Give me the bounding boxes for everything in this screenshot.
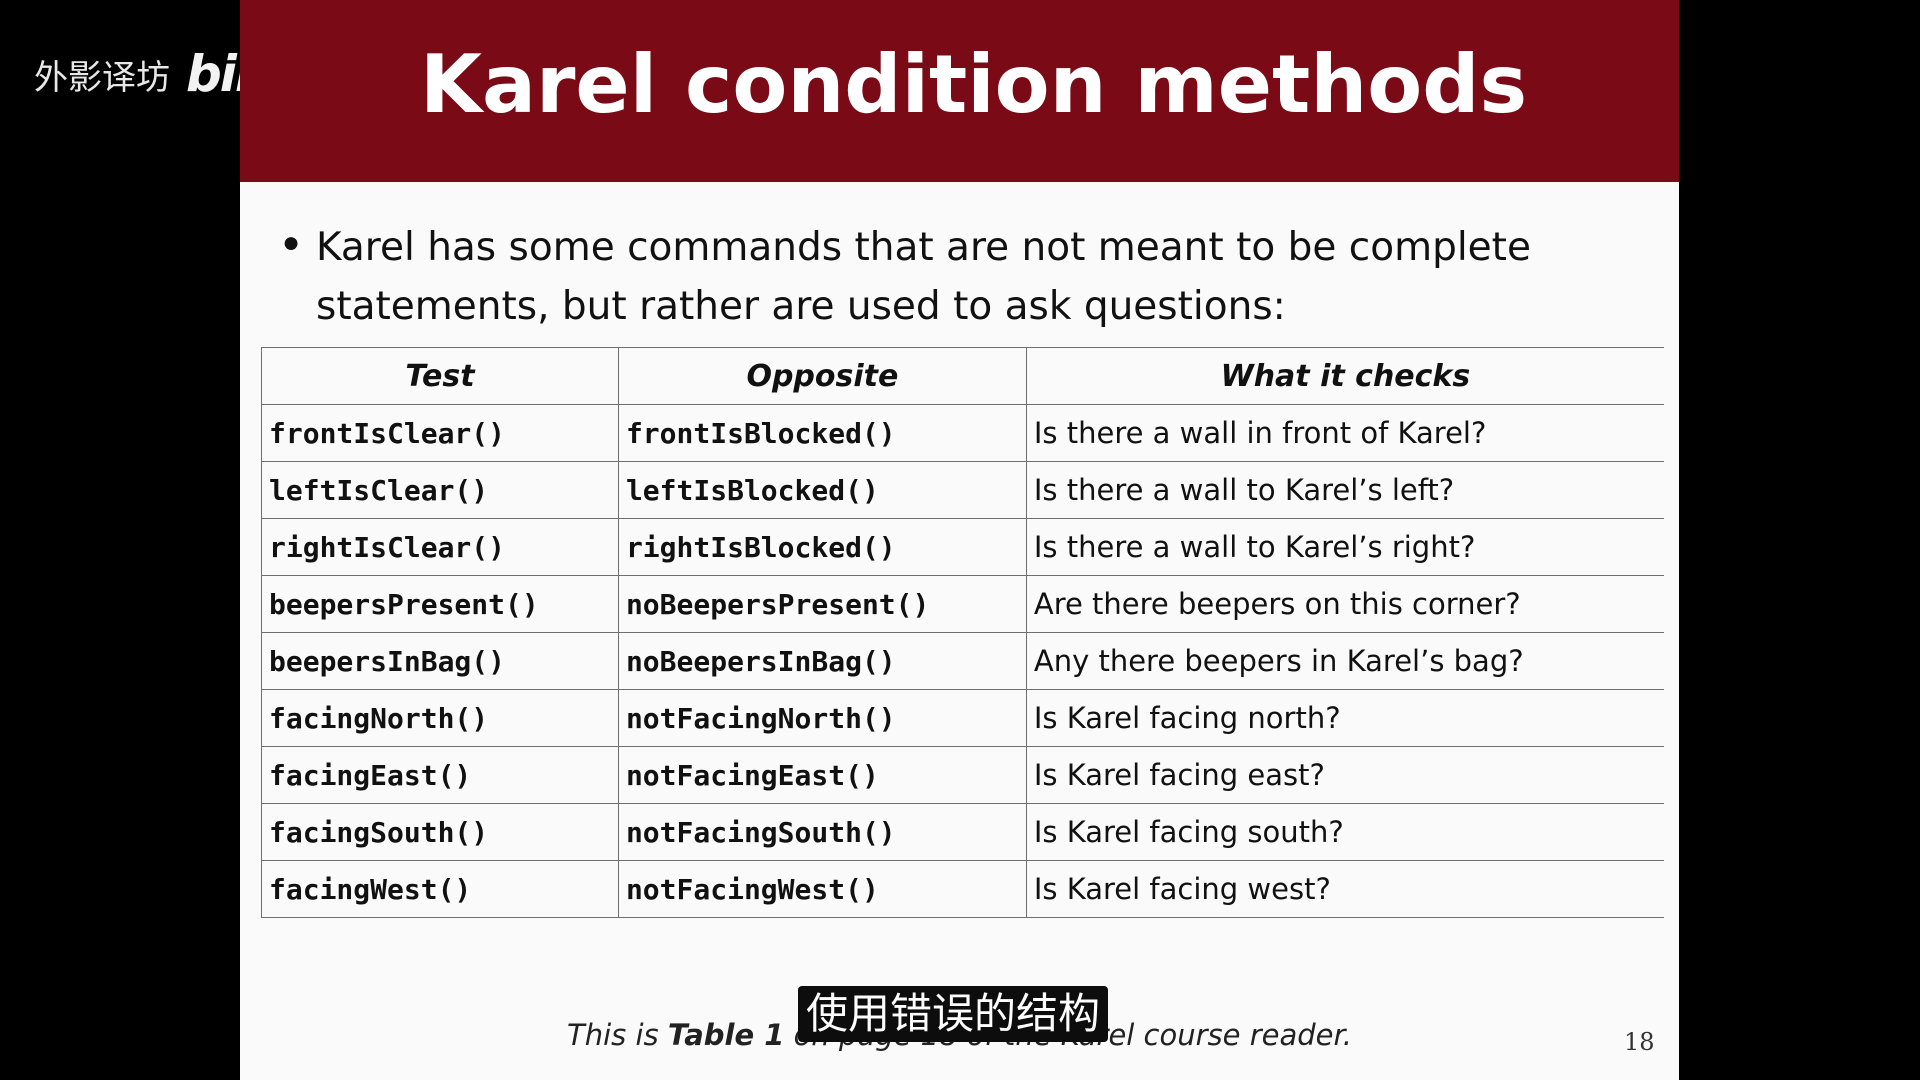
- table-row: beepersPresent() noBeepersPresent() Are …: [261, 575, 1664, 633]
- slide-title: Karel condition methods: [420, 38, 1528, 131]
- test-cell: facingWest(): [261, 860, 619, 918]
- table-row: rightIsClear() rightIsBlocked() Is there…: [261, 518, 1664, 576]
- video-subtitle: 使用错误的结构: [798, 986, 1109, 1042]
- opposite-cell: notFacingNorth(): [617, 689, 1027, 747]
- checks-cell: Any there beepers in Karel’s bag?: [1025, 632, 1664, 690]
- table-row: facingWest() notFacingWest() Is Karel fa…: [261, 860, 1664, 918]
- test-cell: facingNorth(): [261, 689, 619, 747]
- checks-cell: Is Karel facing north?: [1025, 689, 1664, 747]
- checks-cell: Are there beepers on this corner?: [1025, 575, 1664, 633]
- table-row: frontIsClear() frontIsBlocked() Is there…: [261, 404, 1664, 462]
- test-cell: rightIsClear(): [261, 518, 619, 576]
- column-header-opposite: Opposite: [617, 347, 1027, 405]
- opposite-cell: frontIsBlocked(): [617, 404, 1027, 462]
- footer-prefix: This is: [567, 1018, 668, 1052]
- table-row: facingSouth() notFacingSouth() Is Karel …: [261, 803, 1664, 861]
- opposite-cell: noBeepersPresent(): [617, 575, 1027, 633]
- table-row: leftIsClear() leftIsBlocked() Is there a…: [261, 461, 1664, 519]
- test-cell: facingSouth(): [261, 803, 619, 861]
- condition-methods-table: Test Opposite What it checks frontIsClea…: [261, 347, 1664, 918]
- page-number: 18: [1624, 1028, 1655, 1056]
- opposite-cell: noBeepersInBag(): [617, 632, 1027, 690]
- checks-cell: Is Karel facing south?: [1025, 803, 1664, 861]
- table-header-row: Test Opposite What it checks: [261, 347, 1664, 405]
- table-row: facingNorth() notFacingNorth() Is Karel …: [261, 689, 1664, 747]
- opposite-cell: leftIsBlocked(): [617, 461, 1027, 519]
- checks-cell: Is Karel facing west?: [1025, 860, 1664, 918]
- test-cell: beepersInBag(): [261, 632, 619, 690]
- test-cell: leftIsClear(): [261, 461, 619, 519]
- title-bar: Karel condition methods: [240, 0, 1679, 182]
- checks-cell: Is Karel facing east?: [1025, 746, 1664, 804]
- checks-cell: Is there a wall to Karel’s left?: [1025, 461, 1664, 519]
- table-row: facingEast() notFacingEast() Is Karel fa…: [261, 746, 1664, 804]
- footer-table-ref: Table 1: [667, 1018, 785, 1052]
- opposite-cell: notFacingEast(): [617, 746, 1027, 804]
- column-header-what-it-checks: What it checks: [1025, 347, 1664, 405]
- opposite-cell: notFacingSouth(): [617, 803, 1027, 861]
- table-row: beepersInBag() noBeepersInBag() Any ther…: [261, 632, 1664, 690]
- test-cell: facingEast(): [261, 746, 619, 804]
- watermark-text: 外影译坊: [34, 57, 170, 98]
- checks-cell: Is there a wall in front of Karel?: [1025, 404, 1664, 462]
- column-header-test: Test: [261, 347, 619, 405]
- test-cell: beepersPresent(): [261, 575, 619, 633]
- opposite-cell: rightIsBlocked(): [617, 518, 1027, 576]
- checks-cell: Is there a wall to Karel’s right?: [1025, 518, 1664, 576]
- slide: Karel condition methods ● Karel has some…: [240, 0, 1679, 1080]
- bullet-text: Karel has some commands that are not mea…: [316, 225, 1531, 329]
- bullet-icon: ●: [282, 226, 301, 259]
- opposite-cell: notFacingWest(): [617, 860, 1027, 918]
- test-cell: frontIsClear(): [261, 404, 619, 462]
